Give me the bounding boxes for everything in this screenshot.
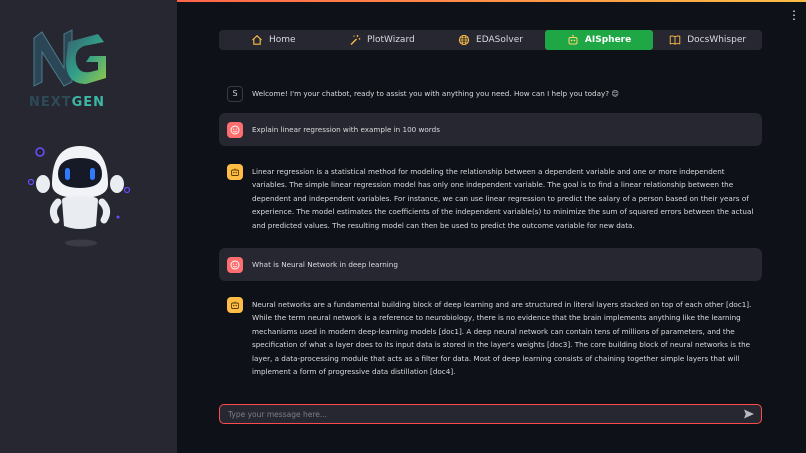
tab-aisphere[interactable]: AISphere — [544, 30, 654, 50]
tab-docswhisper-label: DocsWhisper — [687, 35, 747, 45]
tab-home[interactable]: Home — [219, 30, 328, 50]
tab-edasolver-label: EDASolver — [476, 35, 523, 45]
house-icon — [252, 35, 262, 45]
tab-plotwizard[interactable]: PlotWizard — [328, 30, 437, 50]
message-text: Neural networks are a fundamental buildi… — [252, 300, 752, 377]
assistant-avatar-icon — [227, 164, 243, 180]
tab-home-label: Home — [269, 35, 296, 45]
user-avatar-icon — [227, 256, 243, 273]
main-menu-kebab-icon[interactable]: ⋮ — [788, 9, 800, 21]
tab-aisphere-label: AISphere — [584, 35, 632, 45]
assistant-avatar-icon — [227, 297, 243, 313]
robot-illustration — [27, 146, 131, 247]
logo-text-next: NEXT — [28, 95, 72, 110]
chat-input[interactable] — [226, 408, 743, 420]
globe-icon — [458, 34, 470, 46]
robot-icon — [568, 34, 578, 45]
ng-logo-mark — [33, 29, 106, 87]
system-avatar: S — [227, 86, 243, 102]
tab-plotwizard-label: PlotWizard — [367, 35, 415, 45]
send-icon[interactable] — [743, 408, 755, 420]
tab-edasolver[interactable]: EDASolver — [436, 30, 545, 50]
chat-message-assistant: Neural networks are a fundamental buildi… — [219, 289, 762, 386]
sidebar: NEXTGEN — [0, 0, 177, 453]
nextgen-logo: NEXTGEN — [22, 28, 112, 112]
logo-wordmark: NEXTGEN — [22, 95, 112, 110]
message-text: Welcome! I'm your chatbot, ready to assi… — [252, 89, 619, 98]
chat-input-container — [219, 404, 762, 424]
logo-text-gen: GEN — [71, 95, 106, 110]
chat-message-user: What is Neural Network in deep learning — [219, 248, 762, 281]
message-text: What is Neural Network in deep learning — [252, 260, 398, 270]
user-avatar-icon — [227, 121, 243, 138]
magic-wand-icon — [350, 35, 361, 45]
chat-message-assistant: Linear regression is a statistical metho… — [219, 156, 762, 240]
chat-message-system: S Welcome! I'm your chatbot, ready to as… — [219, 78, 762, 110]
book-icon — [670, 35, 681, 45]
message-text: Linear regression is a statistical metho… — [252, 167, 754, 230]
tab-docswhisper[interactable]: DocsWhisper — [653, 30, 762, 50]
message-text: Explain linear regression with example i… — [252, 125, 440, 135]
option-menu-nav: Home PlotWizard EDASolver AISphere DocsW… — [219, 30, 762, 50]
chat-message-user: Explain linear regression with example i… — [219, 113, 762, 146]
